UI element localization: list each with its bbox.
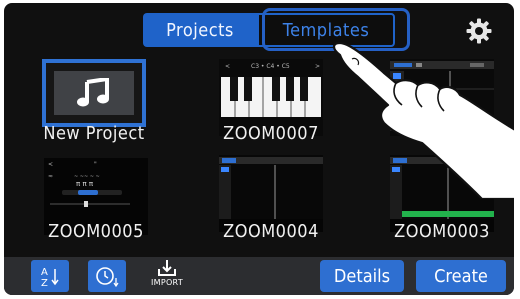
- music-note-icon: [54, 71, 134, 115]
- svg-text:≈: ≈: [48, 173, 53, 180]
- svg-text:>: >: [315, 63, 320, 70]
- project-label-zoom0004: ZOOM0004: [223, 221, 319, 242]
- hand-pointer-illustration: [332, 41, 514, 199]
- import-icon: [158, 260, 176, 276]
- tab-projects[interactable]: Projects: [143, 13, 257, 47]
- device-screen: Projects Templates New Project < C3 • C4…: [4, 3, 514, 295]
- project-label-zoom0003: ZOOM0003: [394, 221, 490, 242]
- project-label-zoom0007: ZOOM0007: [223, 123, 319, 144]
- import-label: IMPORT: [150, 278, 184, 287]
- svg-text:Z: Z: [41, 278, 48, 287]
- svg-text:<: <: [48, 161, 53, 168]
- details-button[interactable]: Details: [320, 260, 404, 292]
- svg-text:<: <: [225, 63, 230, 70]
- sort-time-button[interactable]: [88, 260, 126, 292]
- project-label-zoom0005: ZOOM0005: [48, 221, 144, 242]
- sort-az-button[interactable]: A Z: [31, 260, 69, 292]
- svg-text:π π π: π π π: [76, 180, 94, 188]
- create-button[interactable]: Create: [416, 260, 506, 292]
- svg-text:A: A: [41, 267, 48, 278]
- new-project-tile[interactable]: [42, 59, 146, 127]
- bottom-toolbar: A Z IMPORT Details Create: [4, 257, 514, 295]
- project-label-new: New Project: [43, 123, 145, 144]
- import-button[interactable]: IMPORT: [147, 259, 187, 293]
- sort-az-icon: A Z: [41, 267, 59, 287]
- svg-text:": ": [94, 161, 97, 168]
- sort-time-icon: [96, 267, 119, 287]
- svg-text:C3 • C4 • C5: C3 • C4 • C5: [251, 63, 290, 70]
